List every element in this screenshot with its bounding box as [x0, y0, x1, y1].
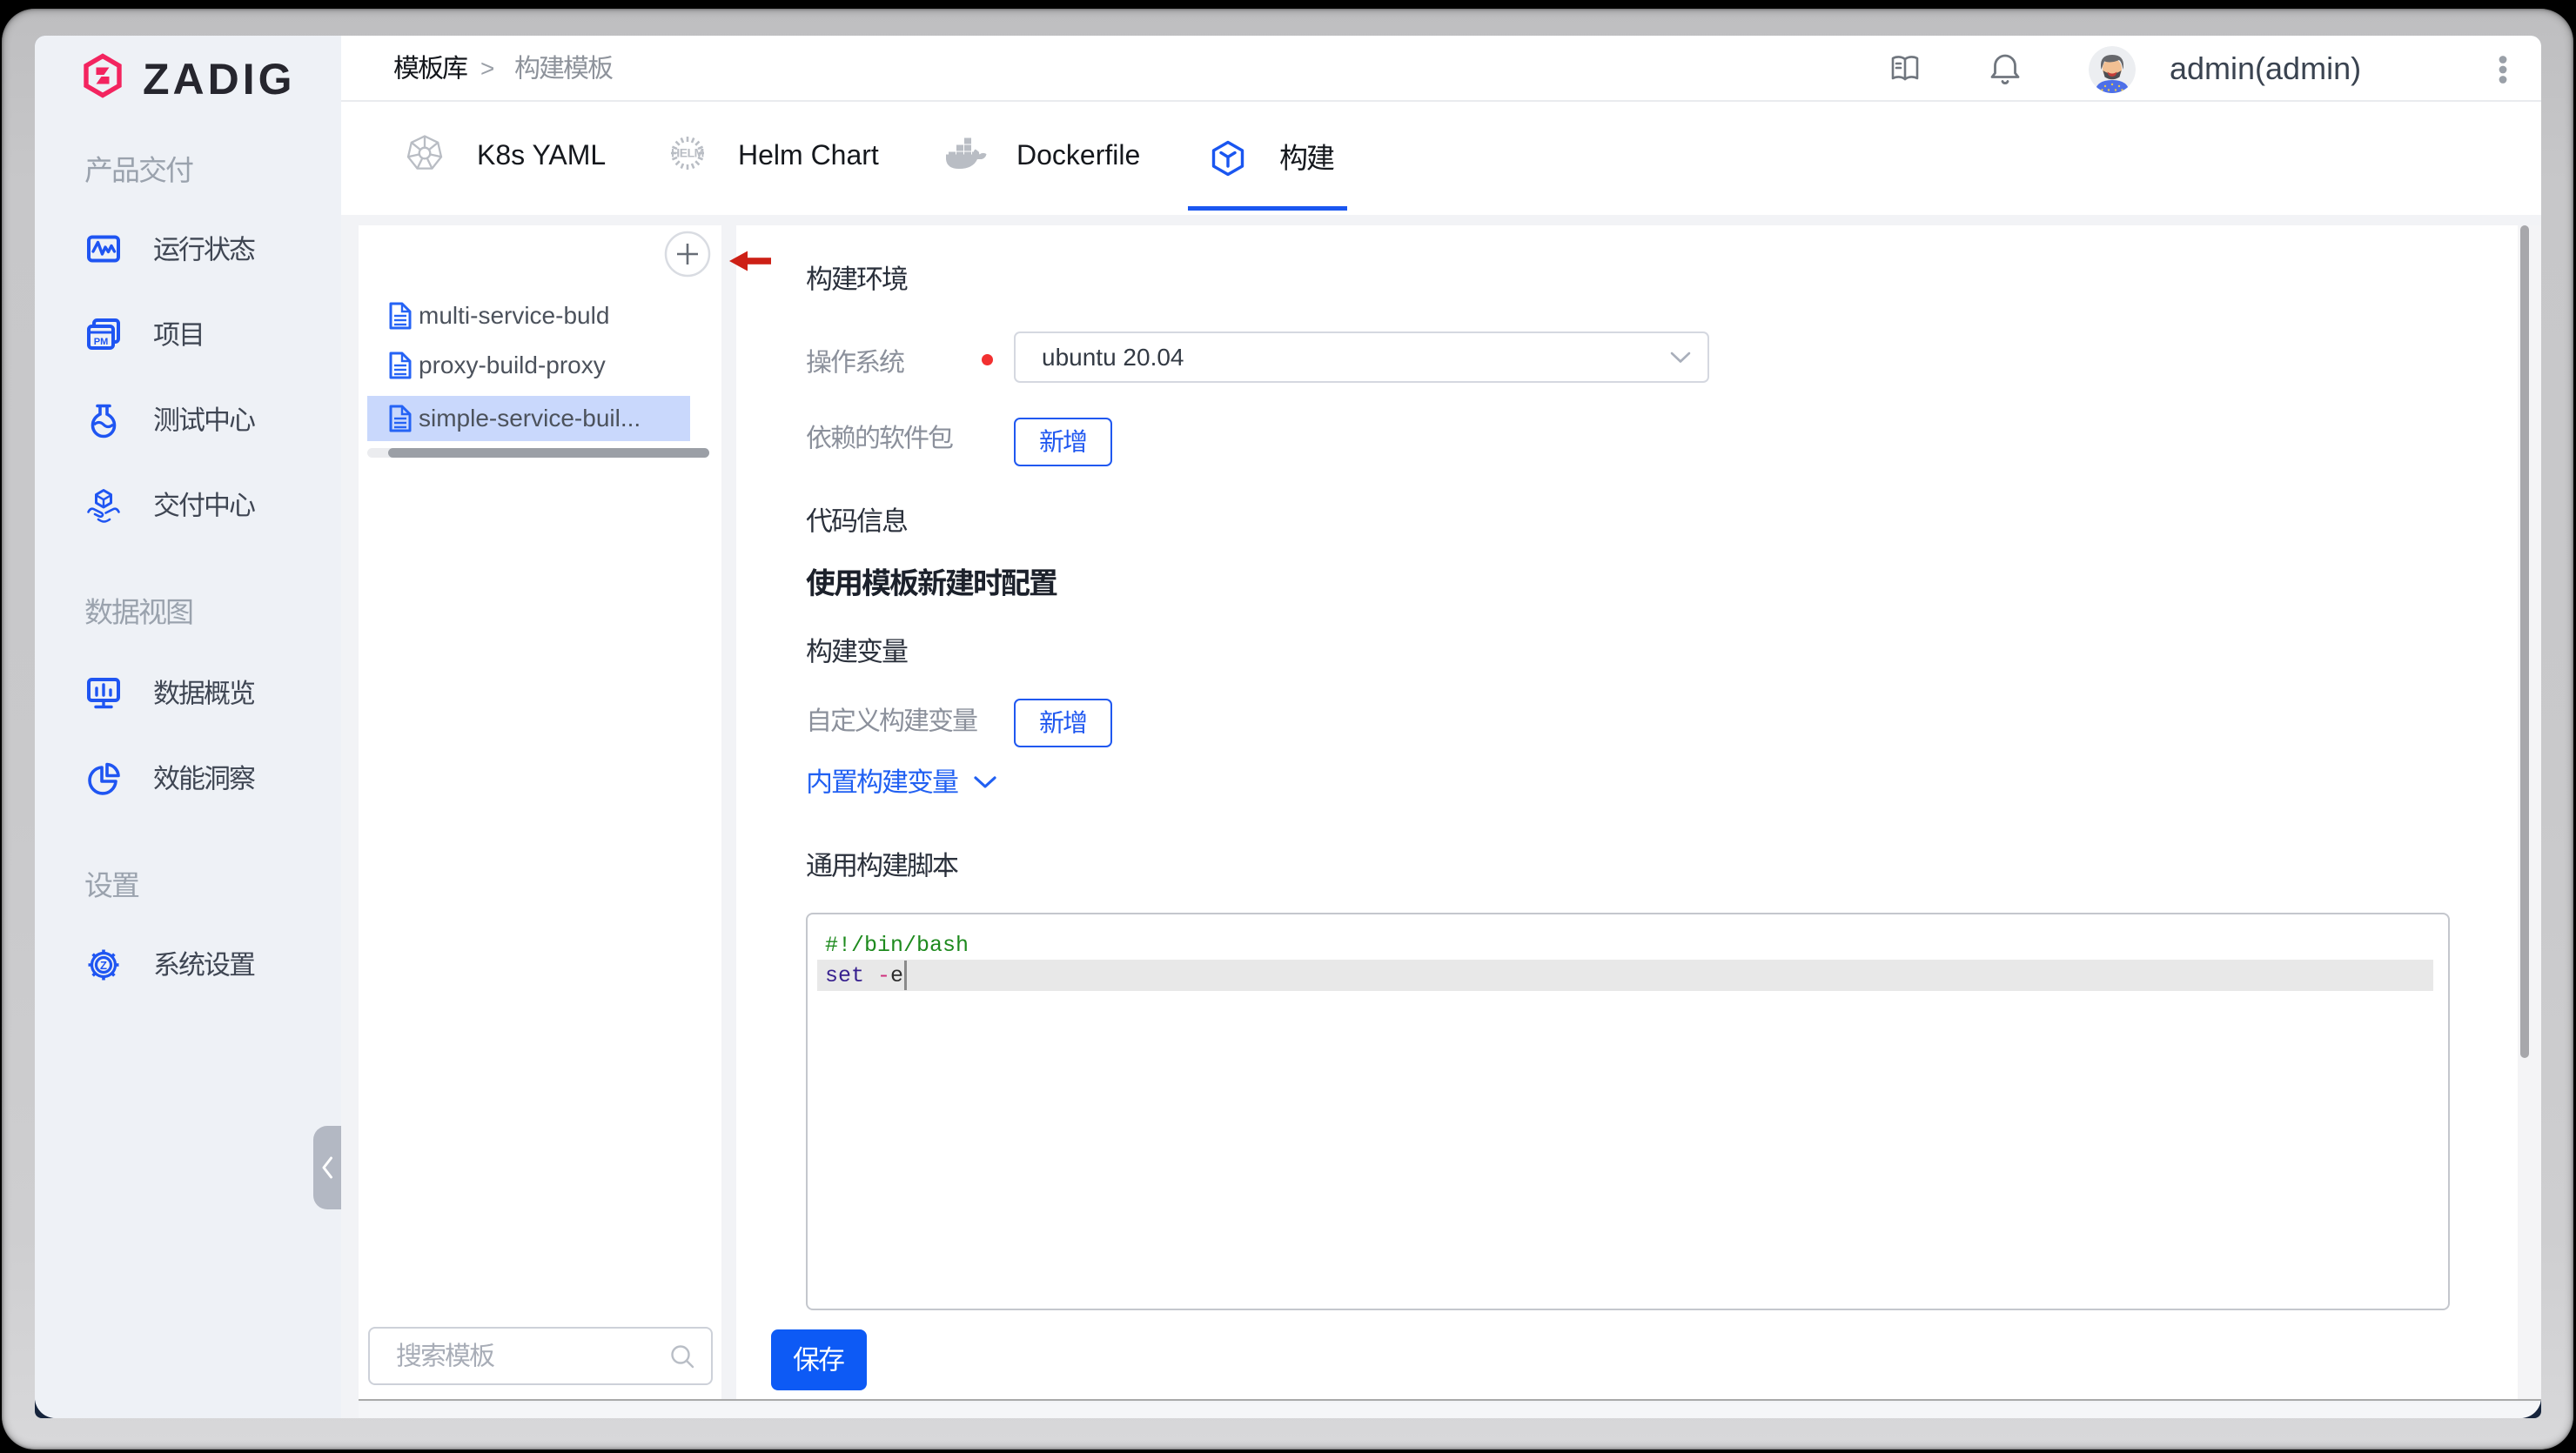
svg-text:PM: PM [94, 337, 109, 347]
svg-text:Z: Z [100, 959, 107, 972]
svg-text:HELM: HELM [671, 146, 704, 160]
